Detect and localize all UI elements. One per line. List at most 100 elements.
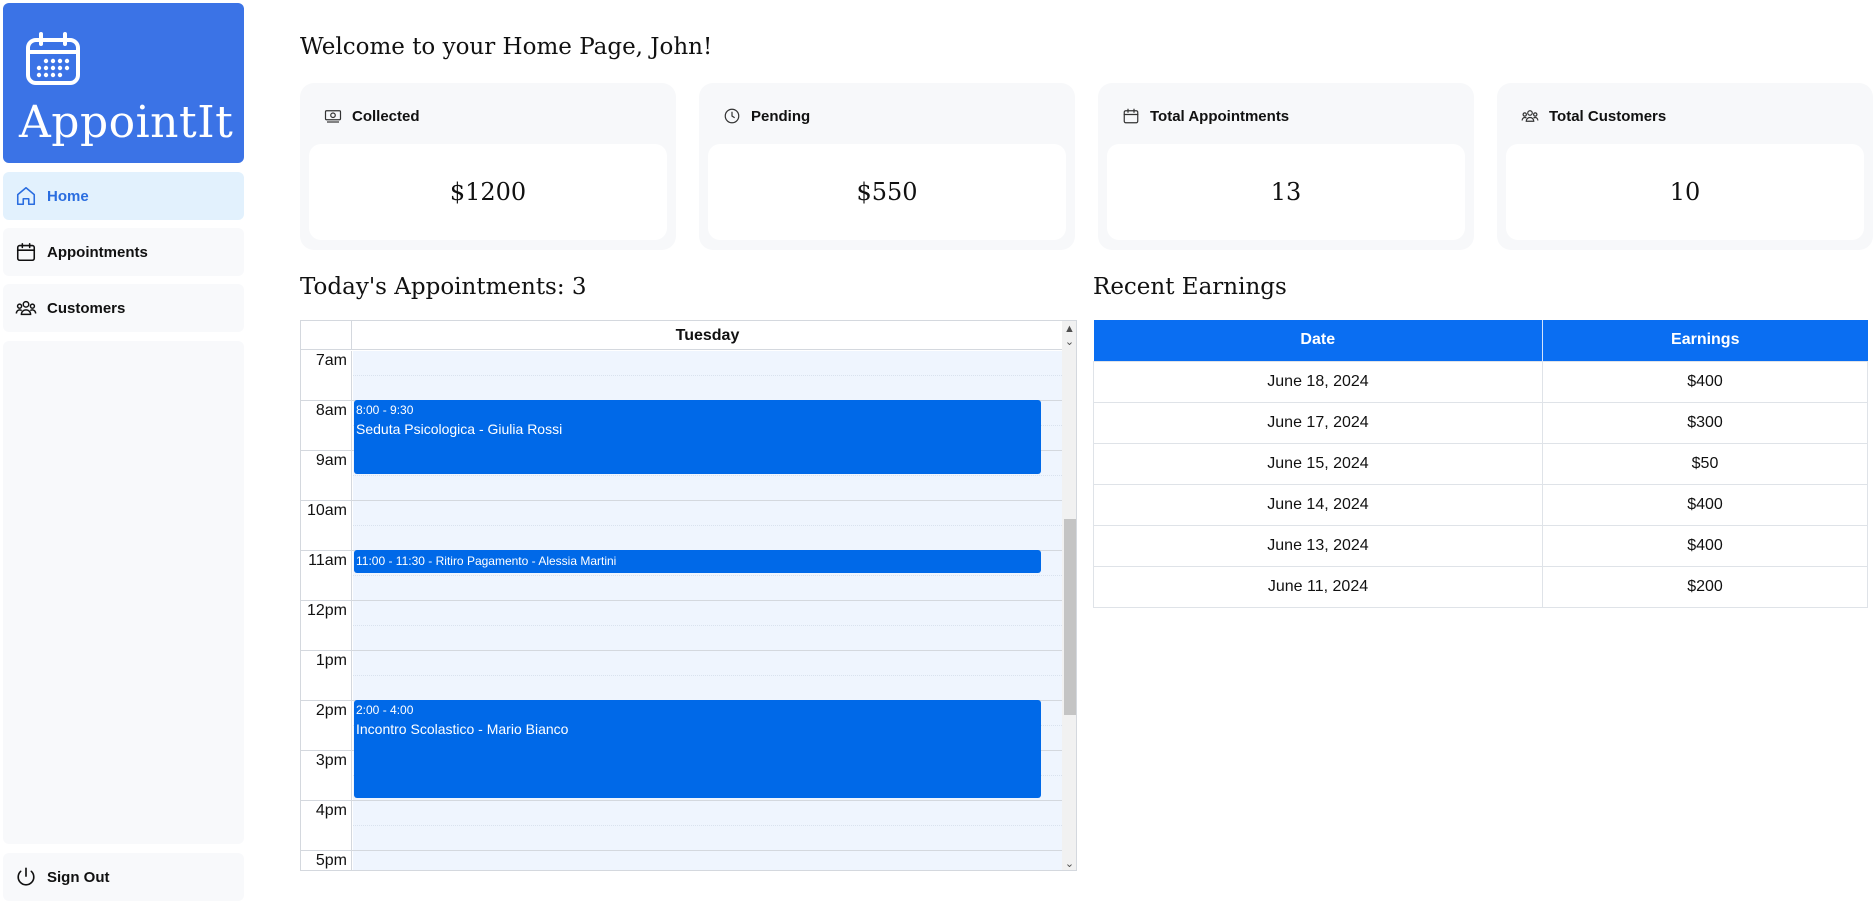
hour-row[interactable]: 4pm bbox=[301, 800, 1062, 851]
page-title: Welcome to your Home Page, John! bbox=[300, 34, 713, 60]
stat-card-total-customers: Total Customers 10 bbox=[1497, 83, 1873, 250]
scrollbar-thumb[interactable] bbox=[1064, 519, 1076, 715]
scroll-down-icon[interactable]: ⌄ bbox=[1062, 856, 1076, 870]
hour-label: 9am bbox=[301, 451, 352, 501]
hour-label: 11am bbox=[301, 551, 352, 601]
earnings-cell: $50 bbox=[1542, 442, 1868, 485]
table-row: June 11, 2024 $200 bbox=[1093, 565, 1868, 608]
half-hour-line bbox=[353, 675, 1062, 676]
event-time: 2:00 - 4:00 bbox=[356, 703, 414, 717]
half-hour-line bbox=[353, 575, 1062, 576]
stat-card-pending: Pending $550 bbox=[699, 83, 1075, 250]
date-cell: June 14, 2024 bbox=[1093, 483, 1543, 526]
time-slot[interactable] bbox=[353, 601, 1062, 651]
app-name: AppointIt bbox=[19, 97, 234, 148]
column-header-earnings[interactable]: Earnings bbox=[1542, 320, 1868, 361]
earnings-table: Date Earnings June 18, 2024 $400 June 17,… bbox=[1093, 320, 1868, 608]
sidebar-item-label: Home bbox=[47, 187, 89, 205]
earnings-cell: $400 bbox=[1542, 360, 1868, 403]
stat-card-total-appointments: Total Appointments 13 bbox=[1098, 83, 1474, 250]
hour-row[interactable]: 7am bbox=[301, 351, 1062, 401]
hour-label: 2pm bbox=[301, 701, 352, 751]
hour-label: 10am bbox=[301, 501, 352, 551]
date-cell: June 15, 2024 bbox=[1093, 442, 1543, 485]
appointment-event[interactable]: 11:00 - 11:30 - Ritiro Pagamento - Aless… bbox=[354, 550, 1041, 573]
hour-label: 8am bbox=[301, 401, 352, 451]
column-header-date[interactable]: Date bbox=[1093, 320, 1543, 361]
table-row: June 15, 2024 $50 bbox=[1093, 442, 1868, 485]
half-hour-line bbox=[353, 525, 1062, 526]
stat-label: Collected bbox=[352, 107, 420, 125]
stat-value: $550 bbox=[708, 144, 1066, 240]
chevron-down-icon[interactable]: ⌄ bbox=[1062, 334, 1076, 349]
hour-label: 12pm bbox=[301, 601, 352, 651]
calendar-header: Tuesday bbox=[301, 321, 1062, 350]
table-row: June 18, 2024 $400 bbox=[1093, 360, 1868, 403]
half-hour-line bbox=[353, 825, 1062, 826]
time-slot[interactable] bbox=[353, 351, 1062, 401]
appointments-title: Today's Appointments: 3 bbox=[300, 274, 587, 300]
event-title: Seduta Psicologica - Giulia Rossi bbox=[356, 421, 563, 437]
date-cell: June 17, 2024 bbox=[1093, 401, 1543, 444]
hour-label: 1pm bbox=[301, 651, 352, 701]
earnings-cell: $400 bbox=[1542, 524, 1868, 567]
power-icon bbox=[17, 867, 35, 886]
hour-label: 5pm bbox=[301, 851, 352, 870]
hour-label: 4pm bbox=[301, 801, 352, 851]
calendar-body[interactable]: 7am 8am 9am 10am 11am 12pm 1pm 2pm 3pm 4… bbox=[301, 351, 1062, 870]
stat-label: Pending bbox=[751, 107, 811, 125]
stat-value: 13 bbox=[1107, 144, 1465, 240]
sidebar-item-customers[interactable]: Customers bbox=[3, 284, 244, 332]
calendar-icon bbox=[1123, 108, 1139, 124]
sidebar-item-home[interactable]: Home bbox=[3, 172, 244, 220]
app-logo[interactable]: AppointIt bbox=[3, 3, 244, 163]
calendar-icon bbox=[26, 32, 80, 85]
hour-row[interactable]: 5pm bbox=[301, 850, 1062, 870]
table-row: June 14, 2024 $400 bbox=[1093, 483, 1868, 526]
time-slot[interactable] bbox=[353, 801, 1062, 851]
time-gutter-header bbox=[301, 321, 352, 350]
hour-row[interactable]: 10am bbox=[301, 500, 1062, 551]
users-icon bbox=[1521, 110, 1539, 122]
half-hour-line bbox=[353, 375, 1062, 376]
date-cell: June 11, 2024 bbox=[1093, 565, 1543, 608]
stat-value: $1200 bbox=[309, 144, 667, 240]
date-cell: June 18, 2024 bbox=[1093, 360, 1543, 403]
sign-out-button[interactable]: Sign Out bbox=[3, 853, 244, 901]
hour-row[interactable]: 1pm bbox=[301, 650, 1062, 701]
stat-label: Total Customers bbox=[1549, 107, 1667, 125]
clock-icon bbox=[724, 108, 740, 124]
earnings-cell: $200 bbox=[1542, 565, 1868, 608]
event-title: Incontro Scolastico - Mario Bianco bbox=[356, 721, 569, 737]
table-row: June 13, 2024 $400 bbox=[1093, 524, 1868, 567]
hour-label: 3pm bbox=[301, 751, 352, 801]
stat-card-collected: Collected $1200 bbox=[300, 83, 676, 250]
table-header-row: Date Earnings bbox=[1093, 320, 1868, 361]
sign-out-label: Sign Out bbox=[47, 868, 110, 886]
appointment-event[interactable]: 8:00 - 9:30 Seduta Psicologica - Giulia … bbox=[354, 400, 1041, 474]
sidebar-item-appointments[interactable]: Appointments bbox=[3, 228, 244, 276]
calendar-icon bbox=[16, 242, 36, 262]
date-cell: June 13, 2024 bbox=[1093, 524, 1543, 567]
appointment-event[interactable]: 2:00 - 4:00 Incontro Scolastico - Mario … bbox=[354, 700, 1041, 798]
stat-value: 10 bbox=[1506, 144, 1864, 240]
time-slot[interactable] bbox=[353, 651, 1062, 701]
users-icon bbox=[15, 300, 37, 316]
earnings-cell: $400 bbox=[1542, 483, 1868, 526]
earnings-title: Recent Earnings bbox=[1093, 274, 1287, 300]
hour-row[interactable]: 12pm bbox=[301, 600, 1062, 651]
event-summary: 11:00 - 11:30 - Ritiro Pagamento - Aless… bbox=[356, 554, 617, 568]
time-slot[interactable] bbox=[353, 501, 1062, 551]
calendar-scrollbar[interactable]: ▲ ⌄ ⌄ bbox=[1062, 321, 1076, 870]
stat-label: Total Appointments bbox=[1150, 107, 1290, 125]
money-icon bbox=[324, 110, 342, 123]
sidebar-item-label: Customers bbox=[47, 299, 126, 317]
day-calendar[interactable]: Tuesday 7am 8am 9am 10am 11am 12pm 1pm 2… bbox=[300, 320, 1077, 871]
earnings-cell: $300 bbox=[1542, 401, 1868, 444]
time-slot[interactable] bbox=[353, 851, 1062, 870]
calendar-day-label: Tuesday bbox=[675, 327, 740, 344]
event-time: 8:00 - 9:30 bbox=[356, 403, 414, 417]
half-hour-line bbox=[353, 625, 1062, 626]
sidebar-spacer bbox=[3, 341, 244, 844]
hour-label: 7am bbox=[301, 351, 352, 401]
